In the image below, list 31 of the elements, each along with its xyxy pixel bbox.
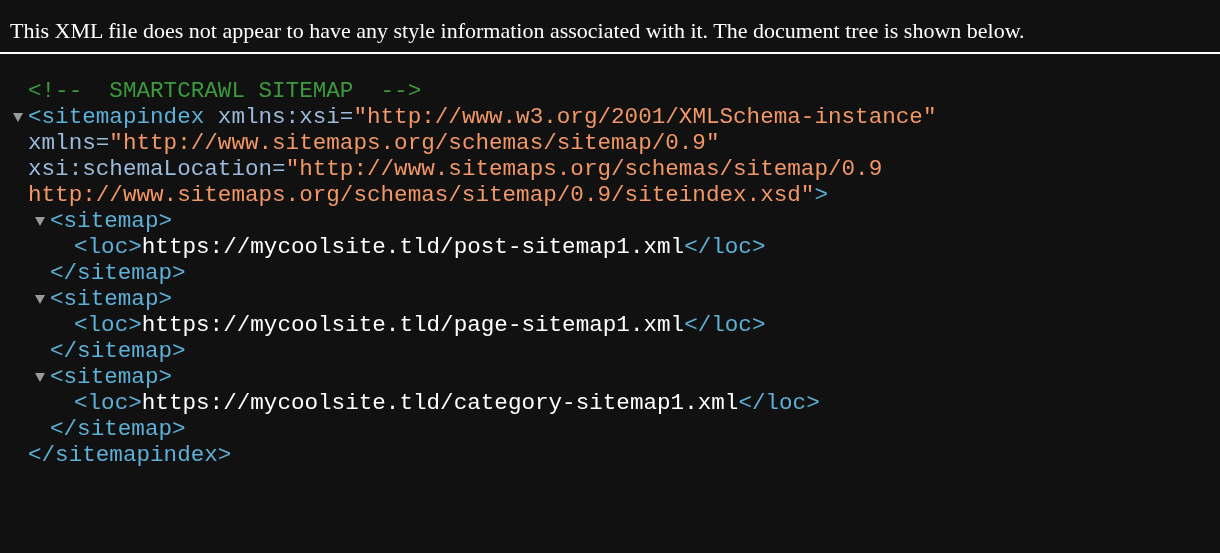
attribute-name: xmlns= — [28, 130, 110, 156]
xml-tag: </loc> — [684, 312, 766, 338]
url-text: https://mycoolsite.tld/page-sitemap1.xml — [141, 312, 685, 338]
xml-tag: </sitemapindex> — [28, 442, 232, 468]
xml-tag: </loc> — [684, 234, 766, 260]
disclosure-triangle-icon[interactable] — [34, 293, 46, 305]
attribute-value: "http://www.sitemaps.org/schemas/sitemap/0.9 — [285, 156, 883, 182]
xml-tag: <sitemap> — [50, 364, 173, 390]
xml-tag: </sitemap> — [50, 338, 186, 364]
disclosure-triangle-icon[interactable] — [12, 111, 24, 123]
xml-tag: </sitemap> — [50, 260, 186, 286]
xml-tag: <sitemap> — [50, 286, 173, 312]
disclosure-triangle-icon[interactable] — [34, 215, 46, 227]
attribute-name: xsi:schemaLocation= — [28, 156, 286, 182]
xml-tag: <loc> — [74, 390, 142, 416]
disclosure-triangle-icon[interactable] — [34, 371, 46, 383]
attribute-value: http://www.sitemaps.org/schemas/sitemap/0.9/siteindex.xsd" — [28, 182, 815, 208]
xml-comment: <!-- SMARTCRAWL SITEMAP --> — [28, 78, 422, 104]
url-text: https://mycoolsite.tld/category-sitemap1.xml — [141, 390, 739, 416]
xml-tag: </loc> — [738, 390, 820, 416]
attribute-value: "http://www.sitemaps.org/schemas/sitemap/0.9" — [109, 130, 720, 156]
xml-tag: <sitemapindex — [28, 104, 205, 130]
xml-tag: </sitemap> — [50, 416, 186, 442]
xml-tag: <loc> — [74, 234, 142, 260]
xml-tag: <sitemap> — [50, 208, 173, 234]
xml-tag: > — [814, 182, 828, 208]
attribute-value: "http://www.w3.org/2001/XMLSchema-instance" — [353, 104, 937, 130]
url-text: https://mycoolsite.tld/post-sitemap1.xml — [141, 234, 685, 260]
notice-text: This XML file does not appear to have any style information associated with it. The document tree is shown below. — [10, 18, 1026, 44]
attribute-name: xmlns:xsi= — [216, 104, 354, 130]
xml-tag: <loc> — [74, 312, 142, 338]
